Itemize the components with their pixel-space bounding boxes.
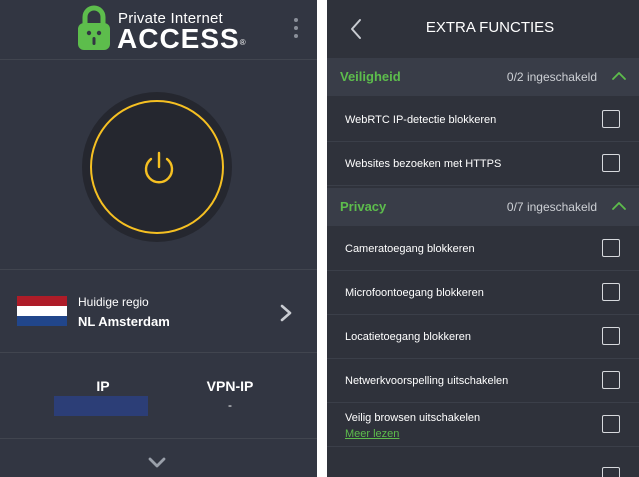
chevron-up-icon: [612, 202, 626, 210]
feature-item-safe-browsing: Veilig browsen uitschakelen Meer lezen: [327, 403, 639, 447]
region-selector[interactable]: Huidige regio NL Amsterdam: [0, 271, 317, 353]
panel-divider: [317, 0, 327, 477]
feature-label: Veilig browsen uitschakelen: [345, 412, 481, 424]
extra-features-panel: EXTRA FUNCTIES Veiligheid 0/2 ingeschake…: [327, 0, 639, 477]
feature-item-partial: [327, 447, 639, 477]
connect-button[interactable]: [82, 92, 232, 242]
power-icon: [144, 151, 174, 184]
logo-main-text: ACCESS®: [117, 23, 246, 54]
region-label: Huidige regio: [78, 295, 149, 309]
feature-checkbox[interactable]: [602, 327, 620, 345]
feature-checkbox[interactable]: [602, 467, 620, 477]
feature-item-webrtc: WebRTC IP-detectie blokkeren: [327, 98, 639, 142]
features-header: EXTRA FUNCTIES: [327, 0, 639, 58]
feature-label: WebRTC IP-detectie blokkeren: [345, 114, 497, 126]
section-count: 0/2 ingeschakeld: [506, 70, 597, 84]
nl-flag-icon: [17, 296, 67, 326]
ip-value-redacted: [54, 396, 148, 416]
app-header: Private Internet ACCESS®: [0, 0, 317, 60]
feature-checkbox[interactable]: [602, 154, 620, 172]
app-root: Private Internet ACCESS® Huidige regio N…: [0, 0, 639, 477]
vpn-ip-label: VPN-IP: [206, 378, 254, 394]
feature-checkbox[interactable]: [602, 371, 620, 389]
lock-logo-icon: [78, 5, 110, 50]
feature-item-microphone: Microfoontoegang blokkeren: [327, 271, 639, 315]
chevron-right-icon: [280, 304, 292, 322]
section-header-privacy[interactable]: Privacy 0/7 ingeschakeld: [327, 188, 639, 226]
feature-checkbox[interactable]: [602, 110, 620, 128]
ip-label: IP: [96, 378, 110, 394]
section-count: 0/7 ingeschakeld: [506, 200, 597, 214]
feature-checkbox[interactable]: [602, 283, 620, 301]
feature-item-camera: Cameratoegang blokkeren: [327, 227, 639, 271]
ip-info: IP VPN-IP -: [0, 354, 317, 439]
section-title: Veiligheid: [340, 69, 401, 84]
feature-label: Cameratoegang blokkeren: [345, 243, 475, 255]
read-more-link[interactable]: Meer lezen: [345, 428, 399, 440]
feature-checkbox[interactable]: [602, 239, 620, 257]
chevron-up-icon: [612, 72, 626, 80]
section-header-veiligheid[interactable]: Veiligheid 0/2 ingeschakeld: [327, 58, 639, 96]
feature-label: Microfoontoegang blokkeren: [345, 287, 484, 299]
chevron-down-icon[interactable]: [147, 456, 167, 470]
connect-ring: [90, 100, 224, 234]
feature-label: Locatietoegang blokkeren: [345, 331, 471, 343]
feature-label: Websites bezoeken met HTTPS: [345, 158, 502, 170]
section-title: Privacy: [340, 199, 387, 214]
feature-item-https: Websites bezoeken met HTTPS: [327, 142, 639, 186]
main-panel: Private Internet ACCESS® Huidige regio N…: [0, 0, 317, 477]
connect-area: [0, 61, 317, 270]
pia-logo: Private Internet ACCESS®: [76, 4, 246, 54]
feature-item-location: Locatietoegang blokkeren: [327, 315, 639, 359]
feature-checkbox[interactable]: [602, 415, 620, 433]
feature-item-network-prediction: Netwerkvoorspelling uitschakelen: [327, 359, 639, 403]
feature-label: Netwerkvoorspelling uitschakelen: [345, 375, 509, 387]
vpn-ip-value: -: [228, 398, 232, 412]
region-name: NL Amsterdam: [78, 314, 170, 329]
more-menu-icon[interactable]: [290, 18, 302, 44]
page-title: EXTRA FUNCTIES: [425, 19, 555, 36]
